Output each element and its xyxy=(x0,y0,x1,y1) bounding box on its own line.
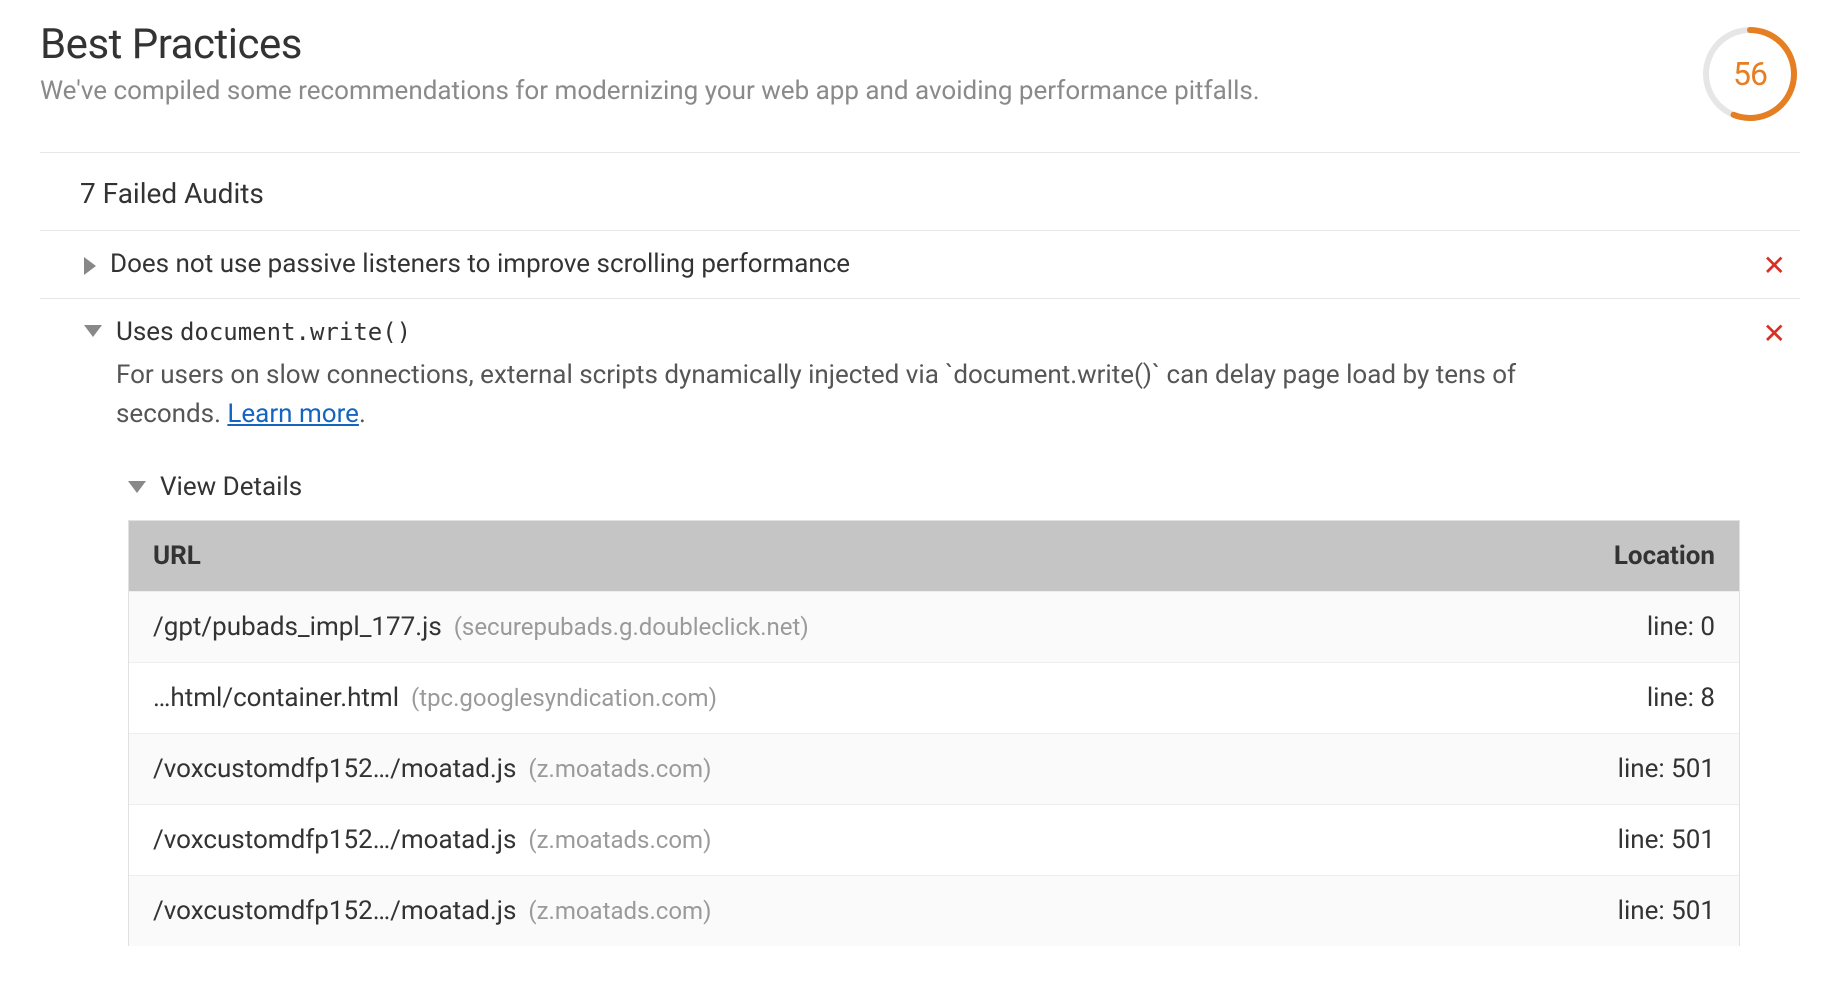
cell-url: /voxcustomdfp152…/moatad.js (z.moatads.c… xyxy=(129,876,1539,946)
url-host: (z.moatads.com) xyxy=(522,897,711,925)
cell-location: line: 501 xyxy=(1539,734,1739,804)
url-host: (z.moatads.com) xyxy=(522,826,711,854)
learn-more-link[interactable]: Learn more xyxy=(227,399,359,429)
page-subtitle: We've compiled some recommendations for … xyxy=(40,75,1670,109)
url-host: (securepubads.g.doubleclick.net) xyxy=(448,613,809,641)
audit-row[interactable]: Uses document.write() For users on slow … xyxy=(40,299,1800,450)
fail-icon: ✕ xyxy=(1763,315,1800,350)
url-host: (z.moatads.com) xyxy=(522,755,711,783)
header: Best Practices We've compiled some recom… xyxy=(40,20,1800,153)
chevron-down-icon xyxy=(84,325,102,337)
failed-audits-heading: 7 Failed Audits xyxy=(40,153,1800,231)
audit-title: Uses document.write() xyxy=(116,315,1753,350)
cell-location: line: 501 xyxy=(1539,876,1739,946)
fail-icon: ✕ xyxy=(1763,247,1800,282)
audit-title: Does not use passive listeners to improv… xyxy=(110,247,1753,282)
table-row: /voxcustomdfp152…/moatad.js (z.moatads.c… xyxy=(129,875,1739,946)
audit-desc-suffix: . xyxy=(359,399,366,429)
audit-row[interactable]: Does not use passive listeners to improv… xyxy=(40,231,1800,299)
table-row: /voxcustomdfp152…/moatad.js (z.moatads.c… xyxy=(129,804,1739,875)
score-value: 56 xyxy=(1733,55,1767,93)
cell-url: /voxcustomdfp152…/moatad.js (z.moatads.c… xyxy=(129,805,1539,875)
chevron-down-icon xyxy=(128,481,146,493)
audit-description: For users on slow connections, external … xyxy=(116,356,1536,434)
table-header-row: URL Location xyxy=(129,521,1739,591)
column-header-location: Location xyxy=(1539,521,1739,591)
chevron-right-icon xyxy=(84,257,96,275)
audit-title-code: document.write() xyxy=(180,318,411,346)
view-details-toggle[interactable]: View Details xyxy=(40,450,1800,520)
table-row: …html/container.html (tpc.googlesyndicat… xyxy=(129,662,1739,733)
url-path: /voxcustomdfp152…/moatad.js xyxy=(153,754,516,784)
cell-url: …html/container.html (tpc.googlesyndicat… xyxy=(129,663,1539,733)
column-header-url: URL xyxy=(129,521,1539,591)
score-gauge: 56 xyxy=(1700,24,1800,124)
table-row: /gpt/pubads_impl_177.js (securepubads.g.… xyxy=(129,591,1739,662)
cell-url: /voxcustomdfp152…/moatad.js (z.moatads.c… xyxy=(129,734,1539,804)
page-title: Best Practices xyxy=(40,20,1670,69)
cell-location: line: 0 xyxy=(1539,592,1739,662)
cell-location: line: 8 xyxy=(1539,663,1739,733)
url-path: …html/container.html xyxy=(153,683,399,713)
url-path: /voxcustomdfp152…/moatad.js xyxy=(153,825,516,855)
details-table: URL Location /gpt/pubads_impl_177.js (se… xyxy=(128,520,1740,946)
view-details-label: View Details xyxy=(160,472,302,502)
cell-url: /gpt/pubads_impl_177.js (securepubads.g.… xyxy=(129,592,1539,662)
cell-location: line: 501 xyxy=(1539,805,1739,875)
url-host: (tpc.googlesyndication.com) xyxy=(405,684,717,712)
url-path: /gpt/pubads_impl_177.js xyxy=(153,612,442,642)
table-row: /voxcustomdfp152…/moatad.js (z.moatads.c… xyxy=(129,733,1739,804)
audit-title-prefix: Uses xyxy=(116,317,180,347)
url-path: /voxcustomdfp152…/moatad.js xyxy=(153,896,516,926)
